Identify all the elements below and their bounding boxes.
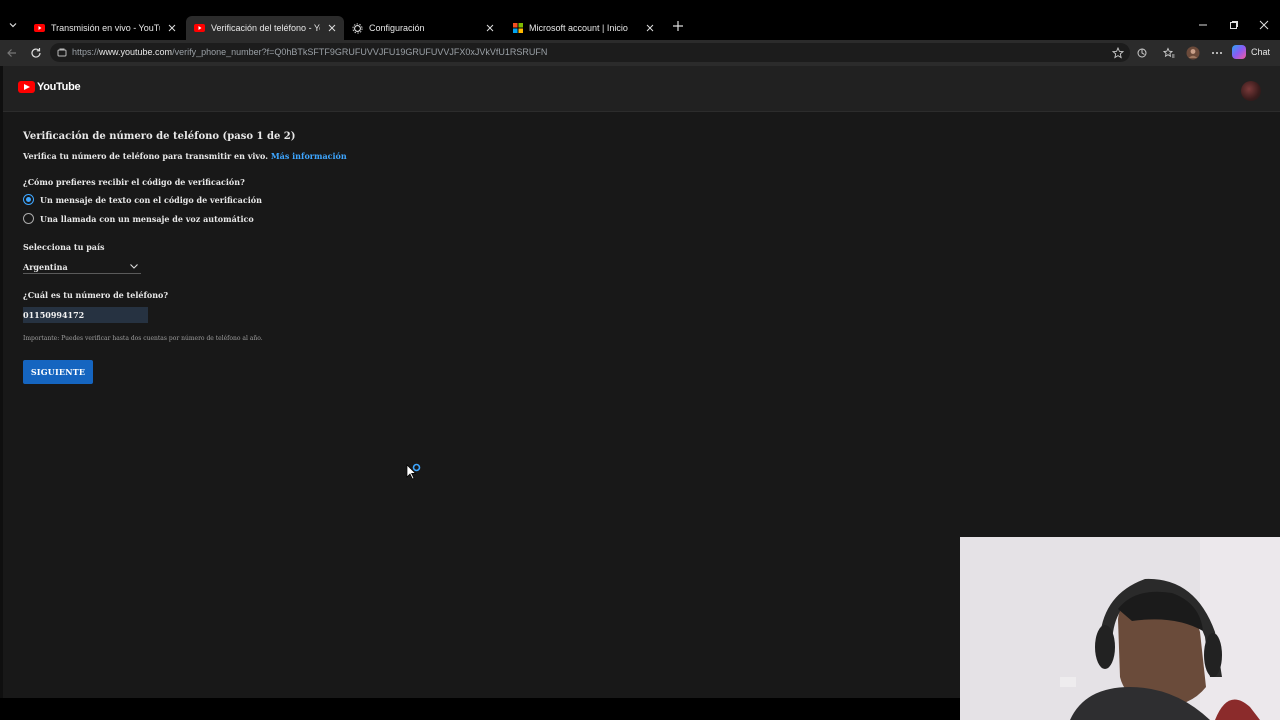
new-tab-plus-icon[interactable] — [670, 18, 686, 34]
youtube-play-icon — [18, 81, 35, 93]
microsoft-icon — [512, 23, 523, 34]
youtube-icon — [34, 23, 45, 34]
tab-title: Transmisión en vivo - YouTube Stu — [51, 23, 160, 33]
copilot-chat-button[interactable]: Chat — [1232, 45, 1270, 59]
close-icon[interactable] — [644, 22, 656, 34]
restore-icon[interactable] — [1227, 18, 1241, 32]
youtube-icon — [194, 23, 205, 34]
tab-actions-chevron-icon[interactable] — [4, 16, 22, 34]
next-button[interactable]: SIGUIENTE — [23, 360, 93, 384]
site-info-icon[interactable] — [54, 45, 70, 61]
tab-title: Verificación del teléfono - YouTub — [211, 23, 320, 33]
radio-button-checked[interactable] — [23, 194, 34, 205]
youtube-wordmark: YouTube — [37, 81, 81, 93]
favorite-star-icon[interactable] — [1110, 45, 1126, 61]
profile-avatar-icon[interactable] — [1185, 45, 1201, 61]
chat-label: Chat — [1251, 47, 1271, 57]
url-host: www.youtube.com — [99, 47, 173, 57]
favorites-icon[interactable] — [1161, 45, 1177, 61]
radio-option-text-message[interactable]: Un mensaje de texto con el código de ver… — [23, 194, 262, 205]
minimize-icon[interactable] — [1196, 18, 1210, 32]
account-avatar[interactable] — [1241, 81, 1261, 101]
gear-icon — [352, 22, 363, 34]
tab-title: Configuración — [369, 23, 425, 33]
browser-tab[interactable]: Microsoft account | Inicio — [504, 16, 662, 40]
close-icon[interactable] — [326, 22, 338, 34]
country-value: Argentina — [23, 262, 68, 272]
radio-option-label: Una llamada con un mensaje de voz automá… — [40, 213, 254, 224]
close-icon[interactable] — [484, 22, 496, 34]
reload-icon[interactable] — [28, 45, 44, 61]
browser-tab[interactable]: Configuración — [344, 16, 502, 40]
more-info-link[interactable]: Más información — [271, 151, 347, 161]
url-scheme: https:// — [72, 47, 100, 57]
copilot-icon — [1232, 45, 1246, 59]
mouse-busy-cursor-icon — [405, 462, 425, 482]
browser-tab-active[interactable]: Verificación del teléfono - YouTub — [186, 16, 344, 40]
radio-option-voice-call[interactable]: Una llamada con un mensaje de voz automá… — [23, 213, 254, 224]
phone-number-input[interactable] — [23, 307, 148, 323]
browser-tab[interactable]: Transmisión en vivo - YouTube Stu — [26, 16, 184, 40]
youtube-logo[interactable]: YouTube — [18, 81, 81, 93]
radio-button[interactable] — [23, 213, 34, 224]
country-label: Selecciona tu país — [23, 242, 105, 252]
tab-title: Microsoft account | Inicio — [529, 23, 628, 33]
chevron-down-icon — [129, 261, 139, 271]
url-text[interactable]: https://www.youtube.com/verify_phone_num… — [72, 47, 547, 57]
refresh-extension-icon[interactable] — [1134, 45, 1150, 61]
youtube-header — [3, 66, 1280, 112]
back-arrow-icon[interactable] — [4, 45, 20, 61]
more-options-icon[interactable] — [1209, 45, 1225, 61]
country-select[interactable]: Argentina — [23, 259, 141, 274]
phone-label: ¿Cuál es tu número de teléfono? — [23, 290, 169, 300]
url-path: /verify_phone_number?f=Q0hBTkSFTF9GRUFUV… — [172, 47, 548, 57]
page-title: Verificación de número de teléfono (paso… — [23, 131, 296, 142]
verification-note: Importante: Puedes verificar hasta dos c… — [23, 335, 263, 342]
method-question-label: ¿Cómo prefieres recibir el código de ver… — [23, 177, 245, 187]
radio-option-label: Un mensaje de texto con el código de ver… — [40, 194, 262, 205]
subtitle-text: Verifica tu número de teléfono para tran… — [23, 151, 269, 161]
close-icon[interactable] — [166, 22, 178, 34]
webcam-overlay — [960, 537, 1280, 720]
page-subtitle: Verifica tu número de teléfono para tran… — [23, 151, 347, 161]
close-window-icon[interactable] — [1257, 18, 1271, 32]
